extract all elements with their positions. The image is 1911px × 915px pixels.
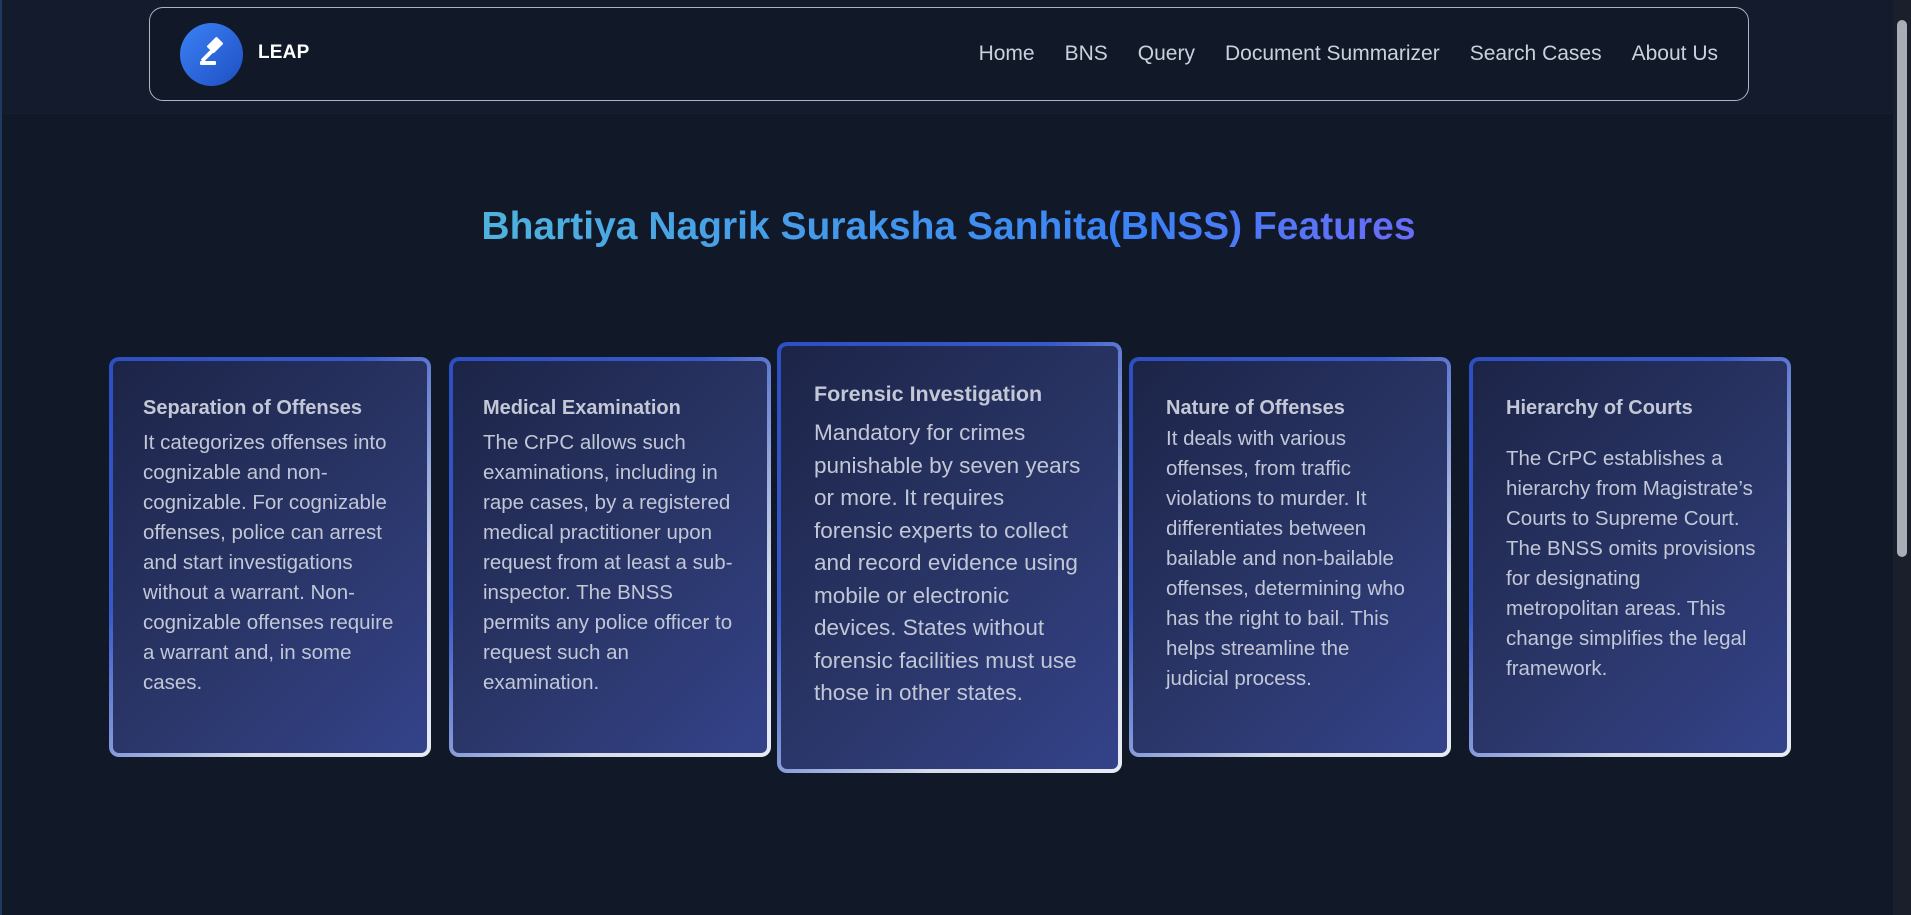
vertical-scrollbar[interactable] [1893,0,1911,915]
card-body: The CrPC establishes a hierarchy from Ma… [1506,447,1756,680]
nav-item-bns[interactable]: BNS [1065,42,1108,66]
card-title: Separation of Offenses [143,397,362,419]
card-title: Medical Examination [483,397,681,419]
nav-item-search-cases[interactable]: Search Cases [1470,42,1602,66]
scrollbar-thumb[interactable] [1897,20,1907,557]
navbar: LEAP Home BNS Query Document Summarizer … [149,7,1749,101]
card-title: Forensic Investigation [814,382,1043,406]
feature-card-hierarchy-of-courts[interactable]: Hierarchy of Courts The CrPC establishes… [1469,357,1791,757]
nav-item-query[interactable]: Query [1138,42,1195,66]
feature-card-nature-of-offenses[interactable]: Nature of Offenses It deals with various… [1129,357,1451,757]
page: LEAP Home BNS Query Document Summarizer … [0,0,1911,915]
logo[interactable] [180,23,243,86]
nav-item-home[interactable]: Home [979,42,1035,66]
feature-card-forensic-investigation[interactable]: Forensic Investigation Mandatory for cri… [777,342,1122,773]
nav-item-document-summarizer[interactable]: Document Summarizer [1225,42,1440,66]
card-body: It categorizes offenses into cognizable … [143,431,394,694]
card-title: Hierarchy of Courts [1506,397,1693,419]
card-body: The CrPC allows such examinations, inclu… [483,431,733,694]
card-body: It deals with various offenses, from tra… [1166,427,1405,690]
card-title: Nature of Offenses [1166,397,1345,419]
logo-text[interactable]: LEAP [258,42,309,64]
gavel-icon [192,32,232,77]
nav-item-about-us[interactable]: About Us [1632,42,1718,66]
feature-card-medical-examination[interactable]: Medical Examination The CrPC allows such… [449,357,771,757]
feature-card-separation-of-offenses[interactable]: Separation of Offenses It categorizes of… [109,357,431,757]
nav-links: Home BNS Query Document Summarizer Searc… [979,42,1718,66]
page-title: Bhartiya Nagrik Suraksha Sanhita(BNSS) F… [2,205,1895,249]
card-body: Mandatory for crimes punishable by seven… [814,420,1081,705]
